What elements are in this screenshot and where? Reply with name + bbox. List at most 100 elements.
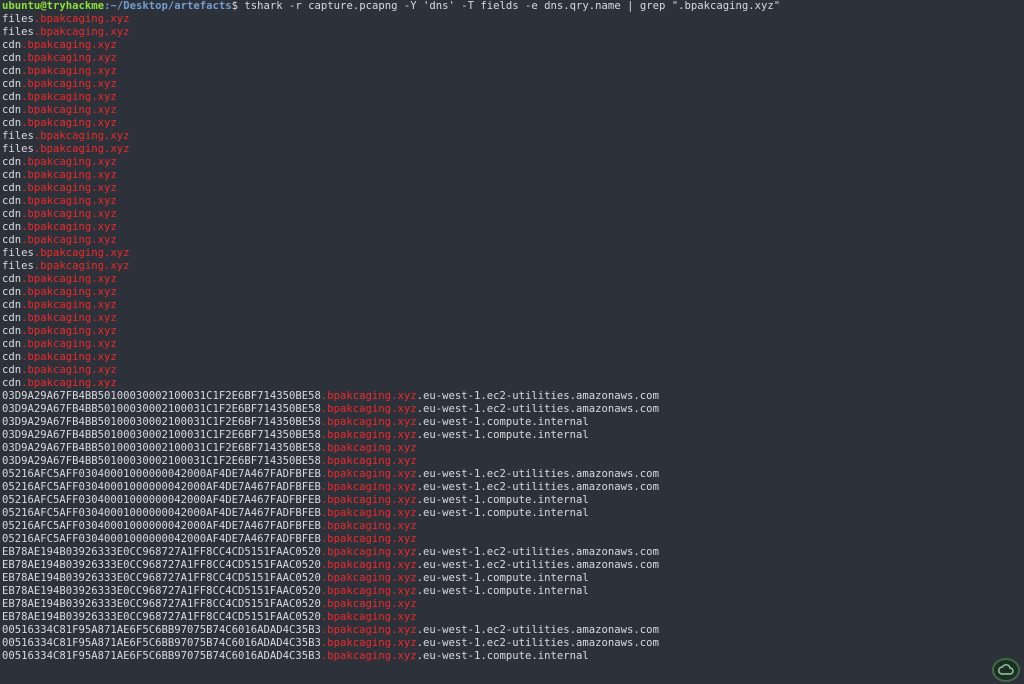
output-line: files.bpakcaging.xyz [2, 13, 1024, 26]
query-prefix: cdn [2, 312, 22, 324]
query-suffix: .eu-west-1.ec2-utilities.amazonaws.com [416, 390, 659, 402]
command-text[interactable]: tshark -r capture.pcapng -Y 'dns' -T fie… [244, 0, 780, 12]
grep-match: .bpakcaging.xyz [320, 624, 417, 636]
grep-match: .bpakcaging.xyz [21, 338, 117, 350]
query-prefix: cdn [2, 338, 22, 350]
output-line: 03D9A29A67FB4BB50100030002100031C1F2E6BF… [2, 416, 1024, 429]
output-line: 03D9A29A67FB4BB50100030002100031C1F2E6BF… [2, 390, 1024, 403]
query-prefix: cdn [2, 234, 22, 246]
output-line: cdn.bpakcaging.xyz [2, 221, 1024, 234]
grep-match: .bpakcaging.xyz [21, 78, 117, 90]
output-line: 05216AFC5AFF03040001000000042000AF4DE7A4… [2, 507, 1024, 520]
grep-match: .bpakcaging.xyz [21, 169, 117, 181]
query-prefix: EB78AE194B03926333E0CC968727A1FF8CC4CD51… [2, 611, 321, 623]
query-prefix: files [2, 13, 34, 25]
grep-match: .bpakcaging.xyz [33, 13, 130, 25]
output-line: cdn.bpakcaging.xyz [2, 286, 1024, 299]
grep-match: .bpakcaging.xyz [320, 468, 417, 480]
grep-match: .bpakcaging.xyz [21, 52, 117, 64]
prompt-symbol: $ [231, 0, 245, 12]
grep-match: .bpakcaging.xyz [33, 260, 130, 272]
query-prefix: 05216AFC5AFF03040001000000042000AF4DE7A4… [2, 468, 321, 480]
grep-match: .bpakcaging.xyz [33, 130, 130, 142]
query-suffix: .eu-west-1.compute.internal [416, 494, 589, 506]
grep-match: .bpakcaging.xyz [21, 208, 117, 220]
query-prefix: cdn [2, 52, 22, 64]
output-line: files.bpakcaging.xyz [2, 260, 1024, 273]
query-suffix: .eu-west-1.ec2-utilities.amazonaws.com [416, 559, 659, 571]
output-line: cdn.bpakcaging.xyz [2, 65, 1024, 78]
grep-match: .bpakcaging.xyz [21, 325, 117, 337]
query-prefix: cdn [2, 299, 22, 311]
grep-match: .bpakcaging.xyz [21, 234, 117, 246]
query-suffix: .eu-west-1.compute.internal [416, 572, 589, 584]
query-suffix: .eu-west-1.ec2-utilities.amazonaws.com [416, 637, 659, 649]
output-line: cdn.bpakcaging.xyz [2, 273, 1024, 286]
prompt-line: ubuntu@tryhackme:~/Desktop/artefacts$ ts… [2, 0, 1024, 13]
query-prefix: EB78AE194B03926333E0CC968727A1FF8CC4CD51… [2, 559, 321, 571]
grep-match: .bpakcaging.xyz [320, 416, 417, 428]
output-line: 03D9A29A67FB4BB50100030002100031C1F2E6BF… [2, 455, 1024, 468]
command-output: files.bpakcaging.xyz files.bpakcaging.xyz… [2, 13, 1024, 663]
cloud-icon [998, 664, 1014, 675]
output-line: EB78AE194B03926333E0CC968727A1FF8CC4CD51… [2, 546, 1024, 559]
output-line: cdn.bpakcaging.xyz [2, 156, 1024, 169]
grep-match: .bpakcaging.xyz [21, 377, 117, 389]
query-prefix: EB78AE194B03926333E0CC968727A1FF8CC4CD51… [2, 572, 321, 584]
grep-match: .bpakcaging.xyz [21, 351, 117, 363]
output-line: 00516334C81F95A871AE6F5C6BB97075B74C6016… [2, 650, 1024, 663]
query-prefix: files [2, 143, 34, 155]
output-line: cdn.bpakcaging.xyz [2, 78, 1024, 91]
output-line: files.bpakcaging.xyz [2, 130, 1024, 143]
query-prefix: cdn [2, 221, 22, 233]
query-prefix: cdn [2, 325, 22, 337]
grep-match: .bpakcaging.xyz [320, 429, 417, 441]
query-prefix: 03D9A29A67FB4BB50100030002100031C1F2E6BF… [2, 429, 321, 441]
grep-match: .bpakcaging.xyz [320, 637, 417, 649]
grep-match: .bpakcaging.xyz [33, 143, 130, 155]
query-prefix: 05216AFC5AFF03040001000000042000AF4DE7A4… [2, 481, 321, 493]
output-line: cdn.bpakcaging.xyz [2, 208, 1024, 221]
cloud-badge[interactable] [992, 658, 1020, 682]
grep-match: .bpakcaging.xyz [320, 533, 417, 545]
query-prefix: EB78AE194B03926333E0CC968727A1FF8CC4CD51… [2, 585, 321, 597]
grep-match: .bpakcaging.xyz [21, 91, 117, 103]
output-line: cdn.bpakcaging.xyz [2, 195, 1024, 208]
grep-match: .bpakcaging.xyz [21, 286, 117, 298]
output-line: cdn.bpakcaging.xyz [2, 364, 1024, 377]
grep-match: .bpakcaging.xyz [33, 26, 130, 38]
output-line: EB78AE194B03926333E0CC968727A1FF8CC4CD51… [2, 598, 1024, 611]
query-prefix: cdn [2, 65, 22, 77]
grep-match: .bpakcaging.xyz [320, 455, 417, 467]
query-suffix: .eu-west-1.compute.internal [416, 507, 589, 519]
query-prefix: cdn [2, 104, 22, 116]
output-line: cdn.bpakcaging.xyz [2, 351, 1024, 364]
output-line: files.bpakcaging.xyz [2, 247, 1024, 260]
query-prefix: cdn [2, 78, 22, 90]
query-prefix: files [2, 130, 34, 142]
grep-match: .bpakcaging.xyz [320, 481, 417, 493]
grep-match: .bpakcaging.xyz [21, 117, 117, 129]
grep-match: .bpakcaging.xyz [320, 650, 417, 662]
query-prefix: cdn [2, 273, 22, 285]
query-prefix: 00516334C81F95A871AE6F5C6BB97075B74C6016… [2, 637, 321, 649]
query-prefix: 00516334C81F95A871AE6F5C6BB97075B74C6016… [2, 624, 321, 636]
query-prefix: cdn [2, 182, 22, 194]
query-suffix: .eu-west-1.ec2-utilities.amazonaws.com [416, 481, 659, 493]
query-prefix: cdn [2, 208, 22, 220]
grep-match: .bpakcaging.xyz [320, 559, 417, 571]
query-suffix: .eu-west-1.ec2-utilities.amazonaws.com [416, 403, 659, 415]
output-line: EB78AE194B03926333E0CC968727A1FF8CC4CD51… [2, 611, 1024, 624]
prompt-user-host: ubuntu@tryhackme [2, 0, 105, 12]
query-suffix: .eu-west-1.ec2-utilities.amazonaws.com [416, 624, 659, 636]
query-prefix: cdn [2, 156, 22, 168]
grep-match: .bpakcaging.xyz [320, 507, 417, 519]
output-line: cdn.bpakcaging.xyz [2, 182, 1024, 195]
grep-match: .bpakcaging.xyz [320, 585, 417, 597]
terminal-window[interactable]: ubuntu@tryhackme:~/Desktop/artefacts$ ts… [0, 0, 1024, 684]
output-line: cdn.bpakcaging.xyz [2, 52, 1024, 65]
query-prefix: cdn [2, 169, 22, 181]
query-suffix: .eu-west-1.ec2-utilities.amazonaws.com [416, 546, 659, 558]
grep-match: .bpakcaging.xyz [33, 247, 130, 259]
grep-match: .bpakcaging.xyz [21, 65, 117, 77]
